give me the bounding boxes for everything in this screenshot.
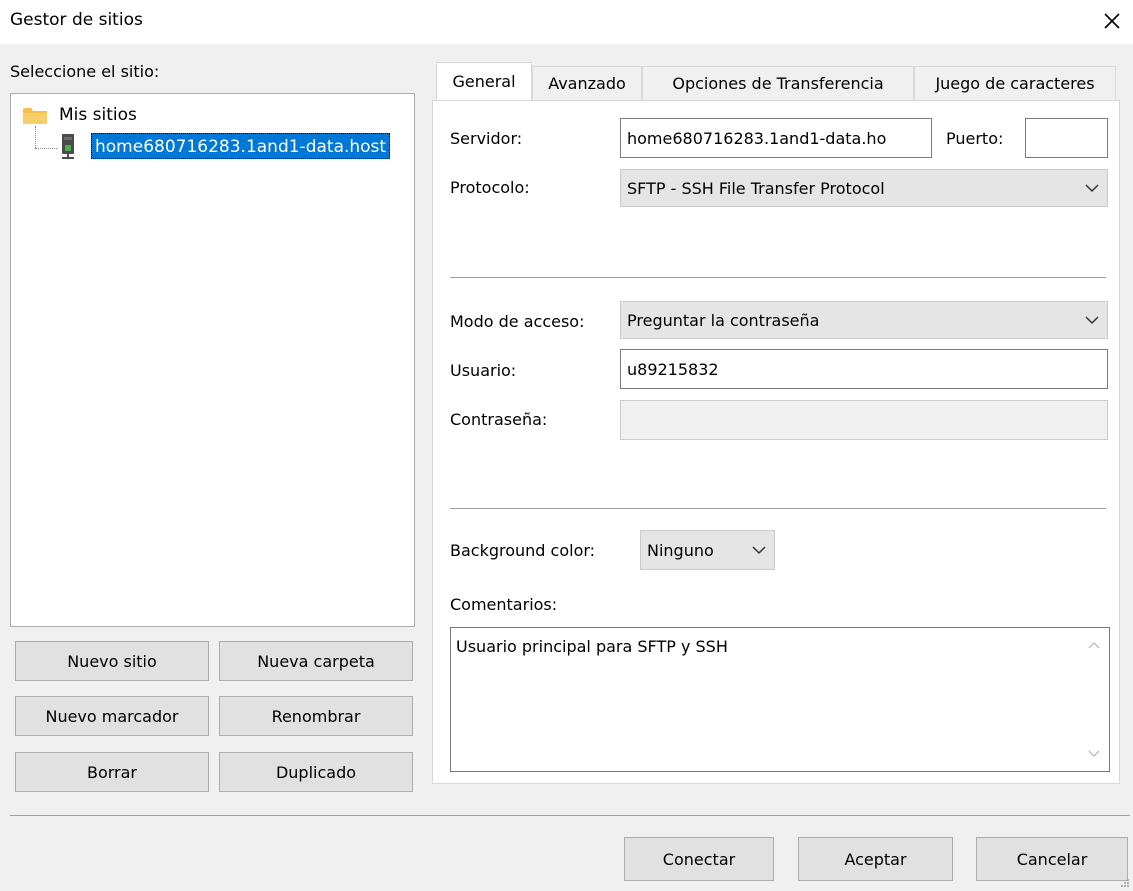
chevron-up-icon[interactable]: [1088, 641, 1100, 649]
cancel-button[interactable]: Cancelar: [976, 837, 1128, 881]
background-color-label: Background color:: [450, 541, 596, 560]
protocol-label: Protocolo:: [450, 178, 530, 197]
delete-button[interactable]: Borrar: [15, 752, 209, 792]
access-mode-select[interactable]: Preguntar la contraseña: [620, 301, 1108, 339]
comments-text: Usuario principal para SFTP y SSH: [456, 637, 728, 656]
connect-button[interactable]: Conectar: [624, 837, 774, 881]
new-site-button[interactable]: Nuevo sitio: [15, 641, 209, 681]
port-input[interactable]: [1025, 118, 1108, 158]
close-icon[interactable]: [1098, 7, 1126, 35]
user-input[interactable]: u89215832: [620, 349, 1108, 389]
user-label: Usuario:: [450, 361, 517, 380]
background-color-value: Ninguno: [647, 540, 714, 560]
comments-scrollbar[interactable]: [1080, 629, 1108, 770]
tab-charset[interactable]: Juego de caracteres: [914, 66, 1116, 100]
chevron-down-icon: [1085, 184, 1099, 193]
resize-grip-icon[interactable]: [1120, 878, 1130, 888]
ok-button[interactable]: Aceptar: [798, 837, 953, 881]
chevron-down-icon: [1085, 316, 1099, 325]
footer-separator: [10, 815, 1130, 816]
comments-label: Comentarios:: [450, 595, 558, 614]
protocol-select-value: SFTP - SSH File Transfer Protocol: [627, 178, 885, 198]
port-label: Puerto:: [946, 129, 1004, 148]
rename-button[interactable]: Renombrar: [219, 696, 413, 736]
tab-advanced[interactable]: Avanzado: [532, 66, 642, 100]
tree-root-my-sites[interactable]: Mis sitios: [59, 105, 137, 125]
tab-general[interactable]: General: [436, 62, 532, 100]
title-bar: Gestor de sitios: [0, 0, 1133, 44]
server-input[interactable]: home680716283.1and1-data.ho: [620, 118, 932, 158]
site-tree[interactable]: Mis sitios home680716283.1and1-data.host: [10, 93, 415, 627]
separator: [450, 508, 1106, 509]
server-label: Servidor:: [450, 129, 523, 148]
password-input[interactable]: [620, 400, 1108, 440]
password-label: Contraseña:: [450, 410, 548, 429]
chevron-down-icon: [752, 546, 766, 555]
folder-icon: [23, 108, 47, 124]
protocol-select[interactable]: SFTP - SSH File Transfer Protocol: [620, 169, 1108, 207]
new-folder-button[interactable]: Nueva carpeta: [219, 641, 413, 681]
tab-transfer-options[interactable]: Opciones de Transferencia: [642, 66, 914, 100]
background-color-select[interactable]: Ninguno: [640, 530, 775, 570]
access-mode-select-value: Preguntar la contraseña: [627, 310, 820, 330]
tree-connector: [35, 148, 57, 149]
access-mode-label: Modo de acceso:: [450, 312, 585, 331]
site-select-label: Seleccione el sitio:: [10, 62, 160, 81]
chevron-down-icon[interactable]: [1088, 750, 1100, 758]
separator: [450, 277, 1106, 278]
comments-textarea[interactable]: Usuario principal para SFTP y SSH: [450, 627, 1110, 772]
tree-item-selected-site[interactable]: home680716283.1and1-data.host: [91, 133, 391, 159]
tree-connector: [35, 126, 36, 148]
new-bookmark-button[interactable]: Nuevo marcador: [15, 696, 209, 736]
duplicate-button[interactable]: Duplicado: [219, 752, 413, 792]
window-title: Gestor de sitios: [10, 10, 143, 30]
server-icon: [62, 134, 74, 159]
